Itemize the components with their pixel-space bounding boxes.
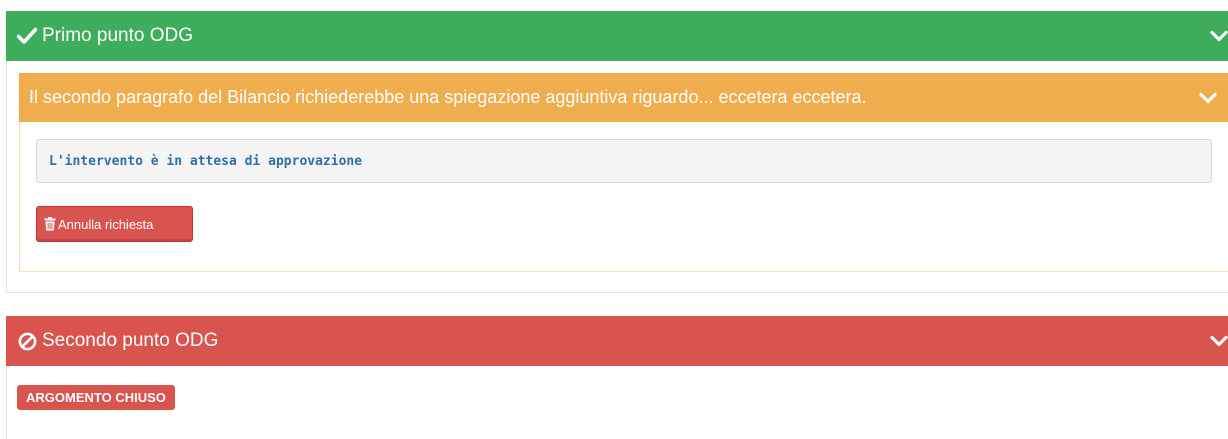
intervention-header[interactable]: Il secondo paragrafo del Bilancio richie… (19, 73, 1228, 122)
cancel-request-label: Annulla richiesta (58, 216, 154, 232)
cancel-request-button[interactable]: Annulla richiesta (36, 206, 193, 242)
intervention-text: Il secondo paragrafo del Bilancio richie… (29, 87, 867, 107)
chevron-down-icon[interactable] (1197, 87, 1219, 109)
agenda-item-2-header[interactable]: Secondo punto ODG (6, 316, 1228, 366)
agenda-item-1: Primo punto ODG Il secondo paragrafo del… (6, 11, 1228, 293)
agenda-item-1-header[interactable]: Primo punto ODG (6, 11, 1228, 61)
agenda-item-2: Secondo punto ODG ARGOMENTO CHIUSO (6, 316, 1228, 439)
closed-topic-badge: ARGOMENTO CHIUSO (17, 385, 175, 410)
agenda-item-1-title: Primo punto ODG (42, 25, 193, 46)
ban-icon (16, 330, 38, 352)
trash-icon (44, 217, 56, 231)
chevron-down-icon[interactable] (1208, 25, 1228, 47)
check-icon (16, 25, 38, 47)
status-message: L'intervento è in attesa di approvazione (36, 139, 1212, 183)
agenda-item-2-title: Secondo punto ODG (42, 330, 219, 351)
chevron-down-icon[interactable] (1208, 330, 1228, 352)
intervention-panel: Il secondo paragrafo del Bilancio richie… (19, 73, 1228, 272)
